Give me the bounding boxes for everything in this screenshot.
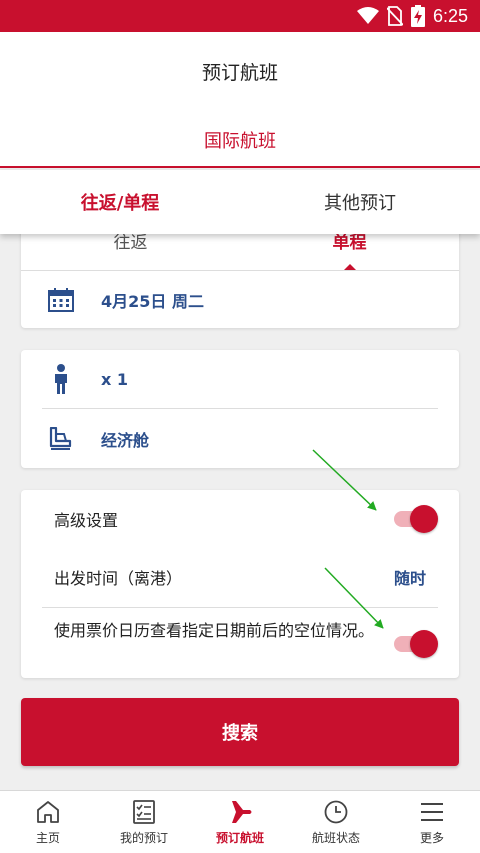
active-tab-underline [0,166,480,168]
tab-international-flights[interactable]: 国际航班 [0,127,480,153]
nav-my-bookings-label: 我的预订 [119,831,168,845]
nav-more-label: 更多 [419,831,444,845]
page-title: 预订航班 [201,62,278,84]
departure-time-row[interactable]: 出发时间（离港） 随时 [21,548,459,606]
header: 预订航班 国际航班 [0,32,480,168]
passenger-icon [21,364,101,394]
nav-home-label: 主页 [35,831,60,845]
nav-flight-status-label: 航班状态 [311,831,360,845]
divider [21,270,459,271]
advanced-settings-card: 高级设置 出发时间（离港） 随时 使用票价日历查看指定日期前后的空位情况。 [21,490,459,678]
wifi-icon [356,7,379,24]
advanced-settings-label: 高级设置 [54,511,119,530]
departure-time-value: 随时 [393,569,426,588]
menu-icon [421,803,443,821]
departure-time-label: 出发时间（离港） [54,569,183,588]
fare-calendar-row: 使用票价日历查看指定日期前后的空位情况。 [21,608,459,678]
plane-icon [228,801,252,823]
toggle-knob [410,505,438,533]
fare-calendar-toggle[interactable] [394,630,438,658]
calendar-icon [21,288,101,312]
passenger-count: x 1 [101,369,129,389]
booking-type-tabs: 往返/单程 其他预订 [0,170,480,234]
clock-icon [324,800,348,824]
nav-my-bookings[interactable]: 我的预订 [96,791,192,853]
trip-card: 往返 单程 4月25日 周二 [21,222,459,328]
search-button[interactable]: 搜索 [21,698,459,766]
status-time: 6:25 [432,5,468,26]
nav-book-flight-label: 预订航班 [215,831,264,845]
seat-icon [21,427,101,451]
cabin-class-row[interactable]: 经济舱 [21,410,459,468]
status-bar: 6:25 [0,0,480,32]
tab-other-bookings[interactable]: 其他预订 [240,170,480,234]
passenger-card: x 1 经济舱 [21,350,459,468]
date-picker-row[interactable]: 4月25日 周二 [21,272,459,328]
bottom-nav: 主页 我的预订 预订航班 航班状态 更多 [0,790,480,853]
nav-more[interactable]: 更多 [384,791,480,853]
nav-home[interactable]: 主页 [0,791,96,853]
tab-roundtrip-oneway[interactable]: 往返/单程 [0,170,240,234]
fare-calendar-label: 使用票价日历查看指定日期前后的空位情况。 [54,621,375,640]
bookings-icon [133,800,155,824]
no-sim-icon [386,6,403,26]
nav-book-flight[interactable]: 预订航班 [192,791,288,853]
battery-charging-icon [410,5,425,27]
advanced-settings-row: 高级设置 [21,490,459,548]
divider [42,408,438,409]
advanced-settings-toggle[interactable] [394,505,438,533]
nav-flight-status[interactable]: 航班状态 [288,791,384,853]
cabin-class: 经济舱 [101,431,150,450]
departure-date: 4月25日 周二 [101,292,204,311]
home-icon [37,801,59,823]
passenger-count-row[interactable]: x 1 [21,350,459,408]
trip-option-oneway-label: 单程 [332,233,367,253]
toggle-knob [410,630,438,658]
